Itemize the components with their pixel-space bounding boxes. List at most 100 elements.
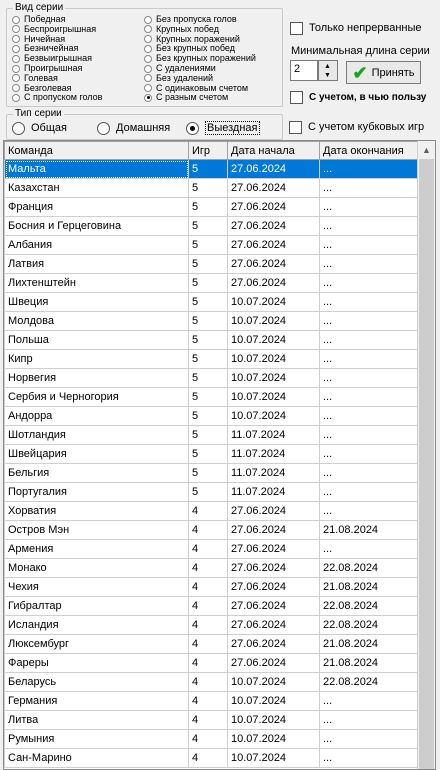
table-row[interactable]: Молдова 5 10.07.2024... — [4, 311, 418, 331]
table-row[interactable]: Шотландия 5 11.07.2024... — [4, 425, 418, 445]
end-date-cell[interactable]: ... — [319, 482, 418, 502]
start-date-cell[interactable]: 27.06.2024 — [227, 197, 320, 217]
start-date-cell[interactable]: 10.07.2024 — [227, 748, 320, 768]
table-row[interactable]: Босния и Герцеговина 5 27.06.2024... — [4, 216, 418, 236]
series-kind-option[interactable]: Без крупных поражений — [144, 54, 256, 63]
games-cell[interactable]: 4 — [188, 710, 228, 730]
team-cell[interactable]: Португалия — [4, 482, 189, 502]
table-row[interactable]: Румыния 4 10.07.2024... — [4, 729, 418, 749]
end-date-cell[interactable]: 21.08.2024 — [319, 634, 418, 654]
start-date-cell[interactable]: 27.06.2024 — [227, 615, 320, 635]
start-date-cell[interactable]: 11.07.2024 — [227, 482, 320, 502]
games-cell[interactable]: 5 — [188, 387, 228, 407]
games-cell[interactable]: 5 — [188, 216, 228, 236]
team-cell[interactable]: Молдова — [4, 311, 189, 331]
end-date-cell[interactable]: 21.08.2024 — [319, 520, 418, 540]
table-row[interactable]: Швеция 5 10.07.2024... — [4, 292, 418, 312]
vertical-scrollbar[interactable]: ▲ — [417, 141, 435, 769]
end-date-cell[interactable]: ... — [319, 691, 418, 711]
col-team-header[interactable]: Команда — [4, 141, 189, 160]
start-date-cell[interactable]: 10.07.2024 — [227, 672, 320, 692]
whose-favor-checkbox[interactable]: С учетом, в чью пользу — [290, 90, 426, 104]
end-date-cell[interactable]: ... — [319, 159, 418, 179]
end-date-cell[interactable]: ... — [319, 349, 418, 369]
team-cell[interactable]: Монако — [4, 558, 189, 578]
start-date-cell[interactable]: 27.06.2024 — [227, 501, 320, 521]
games-cell[interactable]: 4 — [188, 691, 228, 711]
only-continuous-checkbox[interactable]: Только непрерванные — [290, 21, 422, 35]
scroll-up-icon[interactable]: ▲ — [418, 141, 435, 158]
games-cell[interactable]: 4 — [188, 501, 228, 521]
start-date-cell[interactable]: 11.07.2024 — [227, 425, 320, 445]
team-cell[interactable]: Остров Мэн — [4, 520, 189, 540]
end-date-cell[interactable]: ... — [319, 501, 418, 521]
start-date-cell[interactable]: 10.07.2024 — [227, 330, 320, 350]
end-date-cell[interactable]: ... — [319, 235, 418, 255]
end-date-cell[interactable]: ... — [319, 292, 418, 312]
start-date-cell[interactable]: 10.07.2024 — [227, 406, 320, 426]
team-cell[interactable]: Казахстан — [4, 178, 189, 198]
start-date-cell[interactable]: 27.06.2024 — [227, 596, 320, 616]
min-length-spinner[interactable]: ▲ ▼ — [318, 60, 338, 81]
games-cell[interactable]: 5 — [188, 159, 228, 179]
team-cell[interactable]: Босния и Герцеговина — [4, 216, 189, 236]
start-date-cell[interactable]: 27.06.2024 — [227, 178, 320, 198]
start-date-cell[interactable]: 10.07.2024 — [227, 387, 320, 407]
start-date-cell[interactable]: 11.07.2024 — [227, 444, 320, 464]
end-date-cell[interactable]: 22.08.2024 — [319, 558, 418, 578]
series-kind-option[interactable]: С разным счетом — [144, 93, 228, 102]
series-kind-option[interactable]: Голевая — [12, 73, 58, 83]
games-cell[interactable]: 5 — [188, 235, 228, 255]
games-cell[interactable]: 4 — [188, 558, 228, 578]
end-date-cell[interactable]: ... — [319, 387, 418, 407]
series-kind-option[interactable]: С одинаковым счетом — [144, 83, 248, 93]
team-cell[interactable]: Беларусь — [4, 672, 189, 692]
team-cell[interactable]: Латвия — [4, 254, 189, 274]
end-date-cell[interactable]: ... — [319, 463, 418, 483]
team-cell[interactable]: Сербия и Черногория — [4, 387, 189, 407]
games-cell[interactable]: 4 — [188, 596, 228, 616]
end-date-cell[interactable]: 22.08.2024 — [319, 596, 418, 616]
start-date-cell[interactable]: 27.06.2024 — [227, 216, 320, 236]
end-date-cell[interactable]: ... — [319, 311, 418, 331]
start-date-cell[interactable]: 27.06.2024 — [227, 558, 320, 578]
team-cell[interactable]: Швейцария — [4, 444, 189, 464]
spin-down-icon[interactable]: ▼ — [324, 72, 331, 79]
table-row[interactable]: Португалия 5 11.07.2024... — [4, 482, 418, 502]
table-row[interactable]: Франция 5 27.06.2024... — [4, 197, 418, 217]
col-games-header[interactable]: Игр — [188, 141, 228, 160]
table-row[interactable]: Исландия 4 27.06.2024 22.08.2024 — [4, 615, 418, 635]
start-date-cell[interactable]: 27.06.2024 — [227, 634, 320, 654]
team-cell[interactable]: Гибралтар — [4, 596, 189, 616]
end-date-cell[interactable]: ... — [319, 330, 418, 350]
series-kind-option[interactable]: Без крупных побед — [144, 44, 235, 53]
series-kind-option[interactable]: Безвыигрышная — [12, 54, 92, 63]
start-date-cell[interactable]: 27.06.2024 — [227, 577, 320, 597]
team-cell[interactable]: Норвегия — [4, 368, 189, 388]
series-kind-option[interactable]: Безничейная — [12, 44, 78, 53]
table-row[interactable]: Казахстан 5 27.06.2024... — [4, 178, 418, 198]
team-cell[interactable]: Армения — [4, 539, 189, 559]
table-row[interactable]: Фареры 4 27.06.2024 21.08.2024 — [4, 653, 418, 673]
table-row[interactable]: Монако 4 27.06.2024 22.08.2024 — [4, 558, 418, 578]
team-cell[interactable]: Исландия — [4, 615, 189, 635]
apply-button[interactable]: ✔ Принять — [346, 61, 421, 84]
venue-home-radio[interactable]: Домашняя — [97, 121, 170, 135]
series-kind-option[interactable]: Беспроигрышная — [12, 24, 96, 34]
end-date-cell[interactable]: ... — [319, 406, 418, 426]
end-date-cell[interactable]: ... — [319, 216, 418, 236]
scroll-thumb[interactable] — [419, 159, 434, 769]
end-date-cell[interactable]: ... — [319, 710, 418, 730]
games-cell[interactable]: 5 — [188, 463, 228, 483]
table-row[interactable]: Остров Мэн 4 27.06.2024 21.08.2024 — [4, 520, 418, 540]
series-kind-option[interactable]: Крупных побед — [144, 24, 219, 34]
games-cell[interactable]: 5 — [188, 273, 228, 293]
games-cell[interactable]: 4 — [188, 653, 228, 673]
games-cell[interactable]: 5 — [188, 349, 228, 369]
games-cell[interactable]: 5 — [188, 368, 228, 388]
games-cell[interactable]: 5 — [188, 406, 228, 426]
table-row[interactable]: Кипр 5 10.07.2024... — [4, 349, 418, 369]
end-date-cell[interactable]: ... — [319, 539, 418, 559]
series-kind-option[interactable]: Проигрышная — [12, 64, 82, 73]
games-cell[interactable]: 4 — [188, 539, 228, 559]
